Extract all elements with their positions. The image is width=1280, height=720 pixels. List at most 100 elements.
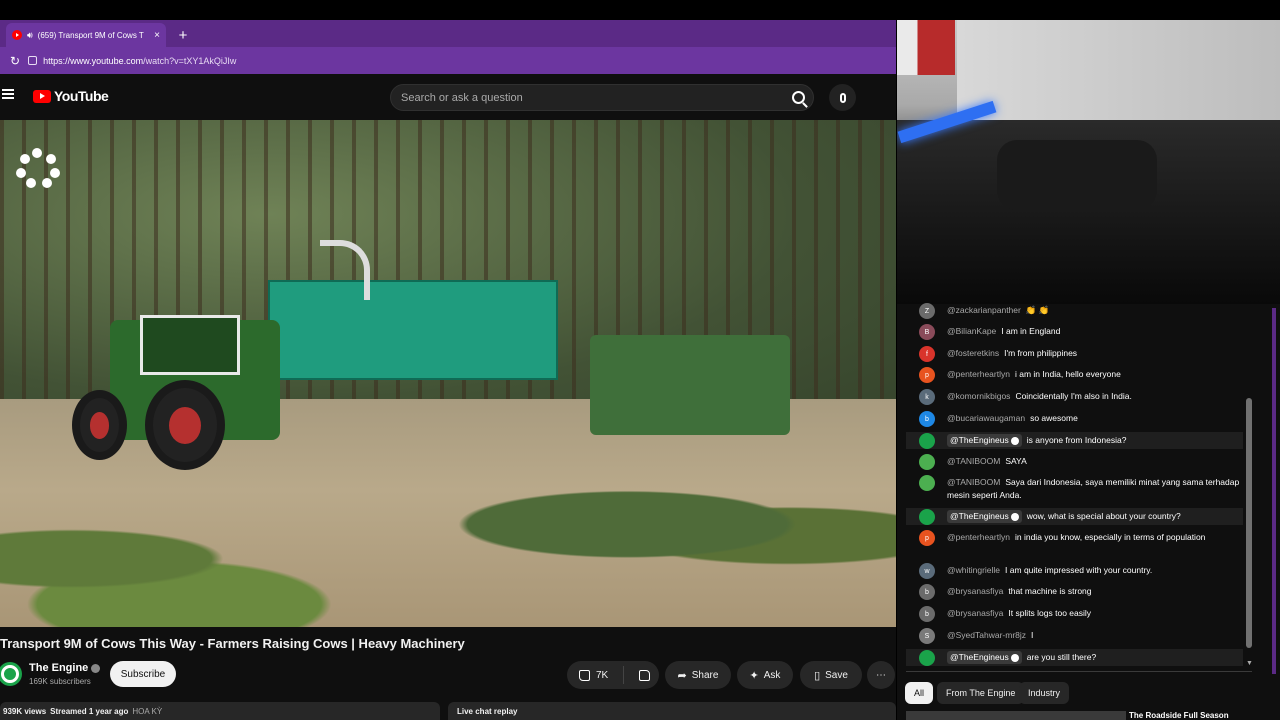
- description-box[interactable]: 939K views Streamed 1 year ago HOA KỲ: [0, 702, 440, 720]
- search-input[interactable]: Search or ask a question: [390, 84, 814, 111]
- chat-avatar[interactable]: k: [919, 389, 935, 405]
- chat-author[interactable]: @brysanasfiya: [947, 608, 1003, 618]
- more-actions-button[interactable]: ⋯: [867, 661, 895, 689]
- chat-author[interactable]: @penterheartlyn: [947, 532, 1010, 542]
- channel-name[interactable]: The Engine: [29, 662, 88, 674]
- tab-youtube[interactable]: 🔊︎ (659) Transport 9M of Cows T ×: [6, 23, 166, 47]
- chat-message-text: @TheEngineus wow, what is special about y…: [947, 510, 1249, 525]
- tab-close-icon[interactable]: ×: [154, 30, 160, 41]
- tab-strip: 🔊︎ (659) Transport 9M of Cows T × +: [0, 20, 896, 47]
- chat-message-body: wow, what is special about your country?: [1026, 511, 1181, 521]
- reload-icon[interactable]: ↻: [10, 54, 20, 68]
- share-button[interactable]: ➦ Share: [665, 661, 731, 689]
- chat-author[interactable]: @TANIBOOM: [947, 456, 1000, 466]
- chat-message[interactable]: b @brysanasfiya It splits logs too easily: [919, 606, 1249, 622]
- chat-avatar[interactable]: S: [919, 628, 935, 644]
- chat-avatar[interactable]: [919, 475, 935, 491]
- verified-check-icon: [1010, 512, 1019, 521]
- video-tractor-cab: [140, 315, 240, 375]
- chat-avatar[interactable]: b: [919, 411, 935, 427]
- chat-filter-chip[interactable]: From The Engine: [937, 682, 1025, 704]
- chat-author[interactable]: @TheEngineus: [950, 652, 1009, 662]
- url-field[interactable]: https://www.youtube.com/watch?v=tXY1AkQi…: [28, 56, 236, 66]
- chat-message[interactable]: B @BilianKape I am in England: [919, 324, 1249, 340]
- chat-message[interactable]: b @brysanasfiya that machine is strong: [919, 584, 1249, 600]
- chat-author[interactable]: @bucariawaugaman: [947, 413, 1025, 423]
- youtube-logo[interactable]: YouTube: [33, 88, 109, 104]
- dislike-button[interactable]: [629, 669, 659, 681]
- chat-message[interactable]: p @penterheartlyn in india you know, espec…: [919, 530, 1249, 546]
- chat-avatar[interactable]: f: [919, 346, 935, 362]
- chat-message[interactable]: Z @zackarianpanther 👏 👏: [919, 303, 1249, 319]
- chat-author[interactable]: @BilianKape: [947, 326, 996, 336]
- scroll-down-icon[interactable]: ▼: [1246, 660, 1253, 667]
- live-chat-replay-header[interactable]: Live chat replay: [448, 702, 896, 720]
- chat-message[interactable]: @TheEngineus are you still there?: [919, 650, 1249, 666]
- chat-message-text: @brysanasfiya that machine is strong: [947, 585, 1249, 600]
- chat-owner-badge[interactable]: @TheEngineus: [947, 510, 1022, 523]
- chat-message-text: @fosteretkins I'm from philippines: [947, 347, 1249, 362]
- search-icon[interactable]: [792, 91, 805, 104]
- webcam-overlay: [897, 20, 1280, 304]
- menu-icon[interactable]: [2, 89, 14, 99]
- chat-message[interactable]: @TANIBOOM Saya dari Indonesia, saya memil…: [919, 475, 1249, 502]
- speaker-icon[interactable]: 🔊︎: [27, 30, 33, 41]
- chat-message-body: so awesome: [1030, 413, 1078, 423]
- ask-button[interactable]: ✦ Ask: [737, 661, 793, 689]
- chat-author[interactable]: @TheEngineus: [950, 435, 1009, 445]
- site-info-icon[interactable]: [28, 56, 38, 65]
- chat-author[interactable]: @penterheartlyn: [947, 369, 1010, 379]
- chat-author[interactable]: @zackarianpanther: [947, 305, 1021, 315]
- video-player[interactable]: [0, 120, 896, 627]
- chat-message[interactable]: k @komornikbigos Coincidentally I'm also i…: [919, 389, 1249, 405]
- chat-avatar[interactable]: p: [919, 530, 935, 546]
- thumbs-down-icon: [638, 669, 650, 681]
- chat-message[interactable]: b @bucariawaugaman so awesome: [919, 411, 1249, 427]
- chat-filter-chip[interactable]: Industry: [1019, 682, 1070, 704]
- chat-avatar[interactable]: [919, 650, 935, 666]
- like-button[interactable]: 7K: [567, 666, 625, 684]
- chat-message[interactable]: w @whitingrielle I am quite impressed with…: [919, 563, 1249, 579]
- chat-avatar[interactable]: B: [919, 324, 935, 340]
- chat-avatar[interactable]: b: [919, 584, 935, 600]
- verified-icon: [91, 663, 101, 673]
- chat-message[interactable]: @TheEngineus is anyone from Indonesia?: [919, 433, 1249, 449]
- subscribe-button[interactable]: Subscribe: [110, 661, 176, 687]
- chat-author[interactable]: @whitingrielle: [947, 565, 1000, 575]
- chat-author[interactable]: @fosteretkins: [947, 348, 999, 358]
- chat-author[interactable]: @TheEngineus: [950, 511, 1009, 521]
- chat-avatar[interactable]: b: [919, 606, 935, 622]
- chat-author[interactable]: @TANIBOOM: [947, 477, 1000, 487]
- chat-message-text: @penterheartlyn in india you know, especi…: [947, 531, 1249, 546]
- youtube-wordmark: YouTube: [54, 88, 109, 104]
- voice-search-button[interactable]: [829, 84, 856, 111]
- bookmark-icon: ▯: [814, 669, 821, 682]
- sparkle-icon: ✦: [749, 669, 759, 682]
- chat-avatar[interactable]: Z: [919, 303, 935, 319]
- chat-author[interactable]: @SyedTahwar-mr8jz: [947, 630, 1026, 640]
- recommendation-title[interactable]: The Roadside Full Season: [1129, 711, 1229, 720]
- chat-avatar[interactable]: [919, 433, 935, 449]
- channel-name-row[interactable]: The Engine: [29, 662, 101, 674]
- new-tab-button[interactable]: +: [172, 24, 194, 46]
- chat-avatar[interactable]: [919, 454, 935, 470]
- save-button[interactable]: ▯ Save: [800, 661, 862, 689]
- recommendation-thumbnail[interactable]: [906, 711, 1126, 720]
- chat-message[interactable]: S @SyedTahwar-mr8jz I: [919, 628, 1249, 644]
- chat-avatar[interactable]: [919, 509, 935, 525]
- chat-filter-chip[interactable]: All: [905, 682, 934, 704]
- chat-owner-badge[interactable]: @TheEngineus: [947, 651, 1022, 664]
- channel-avatar[interactable]: [0, 662, 22, 686]
- chat-avatar[interactable]: p: [919, 367, 935, 383]
- chat-message-text: @whitingrielle I am quite impressed with …: [947, 564, 1249, 579]
- chat-message[interactable]: @TheEngineus wow, what is special about y…: [919, 509, 1249, 525]
- chat-avatar[interactable]: w: [919, 563, 935, 579]
- chat-scrollbar[interactable]: [1246, 398, 1252, 648]
- chat-message[interactable]: p @penterheartlyn i am in India, hello eve…: [919, 367, 1249, 383]
- share-icon: ➦: [677, 669, 687, 682]
- chat-message[interactable]: @TANIBOOM SAYA: [919, 454, 1249, 470]
- chat-owner-badge[interactable]: @TheEngineus: [947, 434, 1022, 447]
- chat-author[interactable]: @brysanasfiya: [947, 586, 1003, 596]
- chat-message[interactable]: f @fosteretkins I'm from philippines: [919, 346, 1249, 362]
- chat-author[interactable]: @komornikbigos: [947, 391, 1010, 401]
